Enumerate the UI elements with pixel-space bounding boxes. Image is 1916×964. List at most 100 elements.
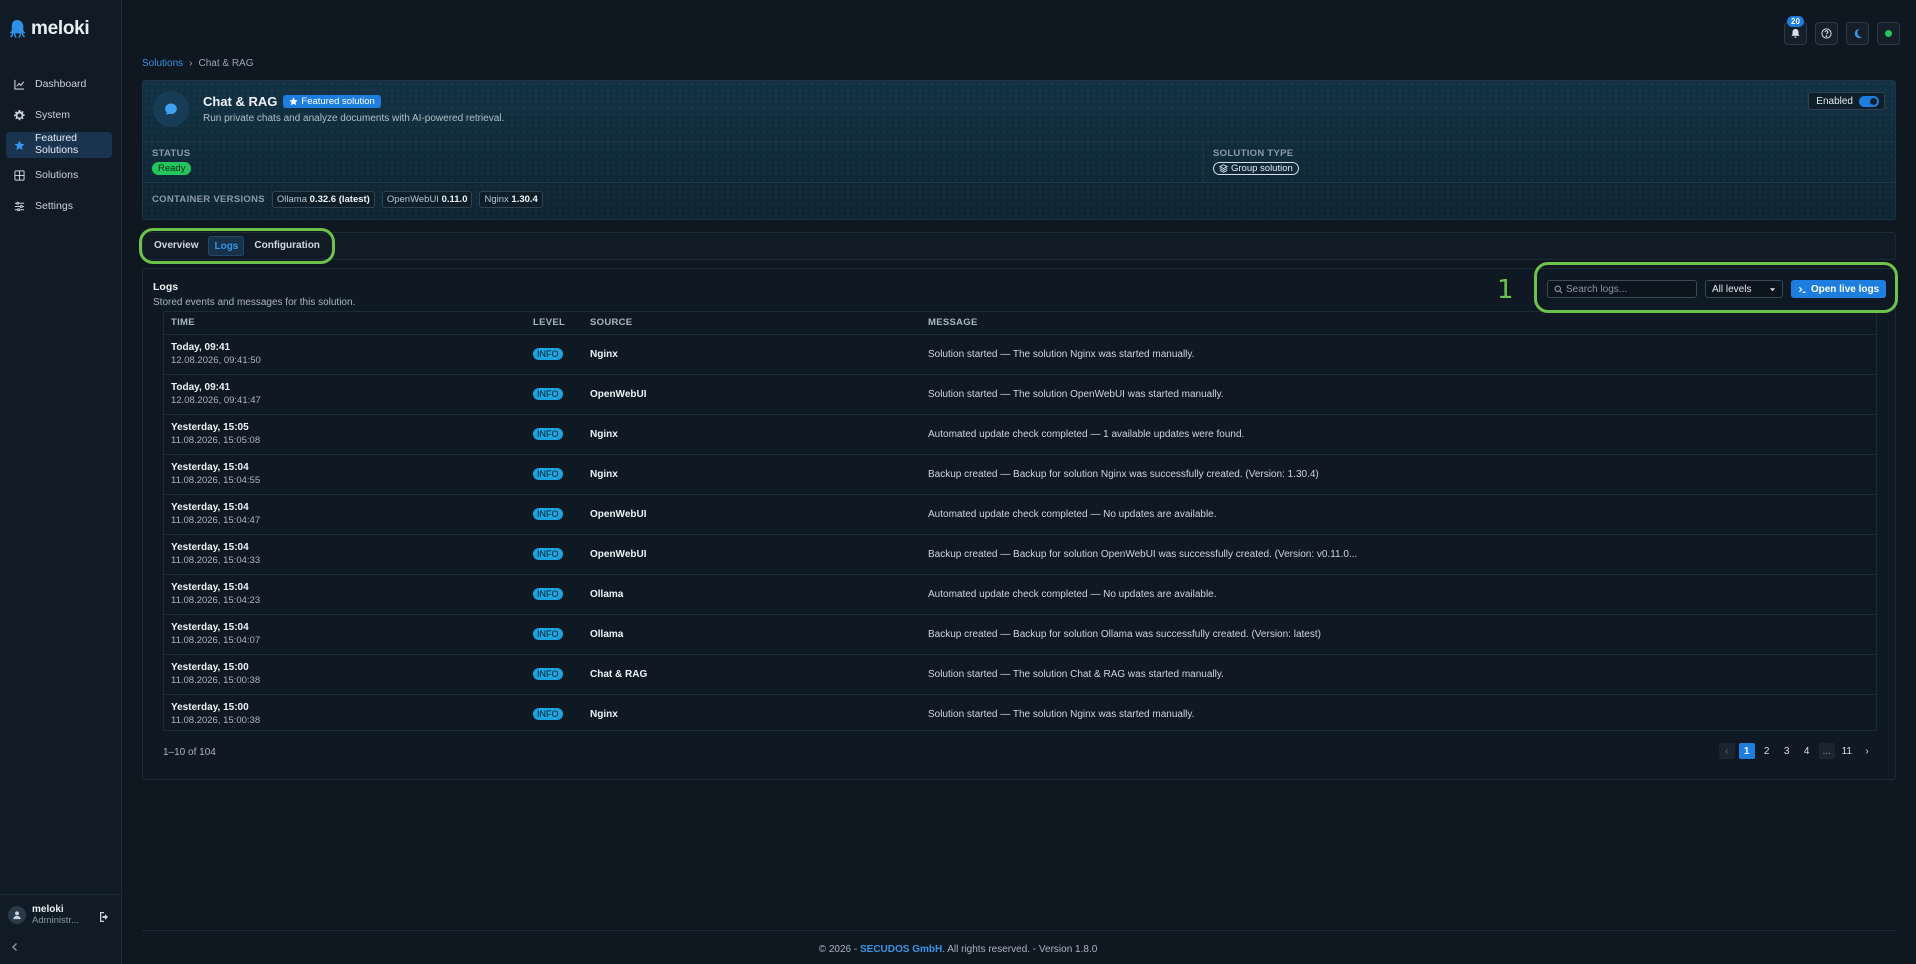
status-button[interactable] [1877,22,1900,45]
version-tag-ollama: Ollama 0.32.6 (latest) [271,191,375,208]
log-time: Yesterday, 15:00 [171,662,249,673]
pagination-count: 1–10 of 104 [163,747,216,758]
cell-message: Solution started — The solution Chat & R… [921,654,1876,695]
enabled-label: Enabled [1816,95,1853,107]
tab-logs[interactable]: Logs [208,236,245,256]
log-time: Yesterday, 15:04 [171,582,249,593]
cell-source: Nginx [583,414,921,455]
user-icon [13,911,21,920]
log-timestamp: 11.08.2026, 15:04:47 [171,515,261,526]
group-solution-label: Group solution [1231,163,1293,174]
pagination-prev-button[interactable]: ‹ [1718,743,1735,759]
table-row[interactable]: Yesterday, 15:05 11.08.2026, 15:05:08 INFO… [164,414,1876,455]
cell-time: Yesterday, 15:00 11.08.2026, 15:00:38 [164,694,526,734]
pagination: ‹ 1 2 3 4 ... 11 › [1718,743,1875,759]
toggle-switch[interactable] [1859,95,1879,107]
tabs-bar: Overview Logs Configuration [142,232,1896,260]
notifications-button[interactable]: 20 [1784,16,1807,45]
pagination-page-4[interactable]: 4 [1799,743,1815,759]
log-timestamp: 11.08.2026, 15:00:38 [171,675,261,686]
tabs: Overview Logs Configuration [149,236,325,256]
table-row[interactable]: Yesterday, 15:04 11.08.2026, 15:04:55 INFO… [164,454,1876,495]
table-row[interactable]: Yesterday, 15:04 11.08.2026, 15:04:33 INFO… [164,534,1876,575]
logo[interactable]: meloki [8,18,90,40]
table-row[interactable]: Yesterday, 15:04 11.08.2026, 15:04:23 INFO… [164,574,1876,615]
sidebar-item-label: Featured Solutions [35,132,79,156]
log-message: Solution started — The solution OpenWebU… [928,389,1224,400]
cell-message: Solution started — The solution Nginx wa… [921,694,1876,734]
pagination-page-2[interactable]: 2 [1759,743,1775,759]
table-header-row: TIME LEVEL SOURCE MESSAGE [164,312,1876,335]
cell-source: Chat & RAG [583,654,921,695]
table-row[interactable]: Yesterday, 15:04 11.08.2026, 15:04:47 INFO… [164,494,1876,535]
cell-level: INFO [526,534,583,575]
table-row[interactable]: Today, 09:41 12.08.2026, 09:41:47 INFO Open… [164,374,1876,415]
version-tag-nginx: Nginx 1.30.4 [479,191,543,208]
version-value: 1.30.4 [511,194,538,205]
sidebar-item-system[interactable]: System [6,101,112,129]
log-source: Chat & RAG [590,669,648,680]
cell-time: Today, 09:41 12.08.2026, 09:41:50 [164,334,526,375]
table-row[interactable]: Yesterday, 15:00 11.08.2026, 15:00:38 INFO… [164,694,1876,734]
breadcrumb-link-solutions[interactable]: Solutions [142,58,183,69]
theme-toggle-button[interactable] [1846,22,1869,45]
logs-table: TIME LEVEL SOURCE MESSAGE Today, 09:41 12… [163,311,1877,731]
logout-icon[interactable] [98,911,110,923]
pagination-page-11[interactable]: 11 [1839,743,1855,759]
user-profile[interactable]: meloki Administr... [8,904,79,926]
log-time: Today, 09:41 [171,342,231,353]
pagination-next-button[interactable]: › [1859,743,1875,759]
version-name: Ollama [276,194,307,205]
sidebar-item-featured-solutions[interactable]: Featured Solutions [6,132,112,158]
open-live-logs-button[interactable]: Open live logs [1791,280,1886,298]
log-message: Solution started — The solution Nginx wa… [928,349,1195,360]
log-level-badge: INFO [533,588,563,600]
search-box[interactable] [1547,280,1697,298]
cell-source: Nginx [583,694,921,734]
log-message: Backup created — Backup for solution Oll… [928,629,1321,640]
log-time: Yesterday, 15:04 [171,502,249,513]
terminal-icon [1798,286,1806,293]
solution-description: Run private chats and analyze documents … [203,113,505,124]
search-input[interactable] [1566,283,1691,295]
table-row[interactable]: Yesterday, 15:00 11.08.2026, 15:00:38 INFO… [164,654,1876,695]
featured-badge: Featured solution [283,95,381,108]
solution-header-card: Chat & RAG Featured solution Run private… [142,80,1896,220]
tab-configuration[interactable]: Configuration [249,236,325,256]
log-message: Backup created — Backup for solution Ope… [928,549,1358,560]
divider [143,182,1895,183]
footer-company-link[interactable]: SECUDOS GmbH [860,944,942,955]
tab-overview[interactable]: Overview [149,236,203,256]
cell-time: Yesterday, 15:04 11.08.2026, 15:04:23 [164,574,526,615]
gear-icon [14,109,25,120]
cell-time: Yesterday, 15:04 11.08.2026, 15:04:07 [164,614,526,655]
log-level-badge: INFO [533,708,563,721]
group-solution-badge: Group solution [1213,162,1299,175]
table-row[interactable]: Today, 09:41 12.08.2026, 09:41:50 INFO Ngin… [164,334,1876,375]
sidebar-item-settings[interactable]: Settings [6,192,112,220]
cell-message: Backup created — Backup for solution Ope… [921,534,1876,575]
cell-level: INFO [526,494,583,535]
footer-copyright: © 2026 - [818,944,860,955]
sidebar-item-label: System [35,109,71,121]
footer-divider [142,930,1896,931]
cell-level: INFO [526,334,583,375]
log-timestamp: 11.08.2026, 15:04:07 [171,635,261,646]
sidebar-item-solutions[interactable]: Solutions [6,161,112,189]
cell-source: OpenWebUI [583,534,921,575]
cell-level: INFO [526,414,583,455]
online-status-dot [1885,30,1892,37]
help-button[interactable] [1815,22,1838,45]
pagination-ellipsis: ... [1818,743,1835,759]
grid-icon [14,169,25,181]
level-filter-select[interactable]: All levels [1705,280,1783,298]
breadcrumb: Solutions › Chat & RAG [142,56,1896,70]
pagination-page-1[interactable]: 1 [1738,743,1755,759]
enabled-toggle[interactable]: Enabled [1808,92,1885,110]
pagination-page-3[interactable]: 3 [1779,743,1795,759]
sidebar-item-dashboard[interactable]: Dashboard [6,70,112,98]
cell-message: Automated update check completed — No up… [921,494,1876,535]
log-time: Today, 09:41 [171,382,231,393]
table-row[interactable]: Yesterday, 15:04 11.08.2026, 15:04:07 INFO… [164,614,1876,655]
log-message: Backup created — Backup for solution Ngi… [928,469,1319,480]
